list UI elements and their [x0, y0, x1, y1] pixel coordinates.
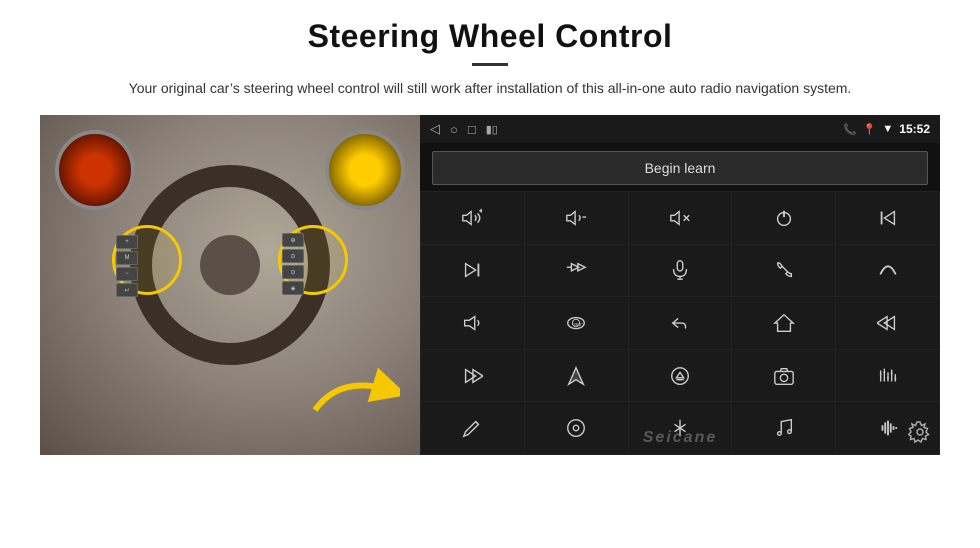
steering-wheel-center	[200, 235, 260, 295]
svg-text:360°: 360°	[573, 322, 583, 327]
icon-power[interactable]	[732, 192, 835, 244]
icon-volume-down[interactable]	[525, 192, 628, 244]
status-time: 15:52	[899, 122, 930, 136]
left-button-group: + M − ↩	[116, 235, 138, 297]
circle-nav-icon: ○	[450, 122, 458, 137]
back-nav-icon: ◁	[430, 121, 440, 137]
page-title: Steering Wheel Control	[40, 18, 940, 55]
icon-back[interactable]	[629, 297, 732, 349]
status-bar-left: ◁ ○ □ ▮▯	[430, 121, 498, 137]
steering-wheel-image: + M − ↩ ⊕ ⊙ ⊙ ◈	[40, 115, 420, 455]
icon-pen[interactable]	[421, 402, 524, 454]
icon-equalizer[interactable]	[836, 350, 939, 402]
page-wrapper: Steering Wheel Control Your original car…	[0, 0, 980, 548]
icon-skip-forward[interactable]	[421, 245, 524, 297]
icon-360-view[interactable]: 360°	[525, 297, 628, 349]
icon-camera[interactable]	[732, 350, 835, 402]
icon-microphone[interactable]	[629, 245, 732, 297]
icon-navigate-arrow[interactable]	[525, 350, 628, 402]
content-row: + M − ↩ ⊕ ⊙ ⊙ ◈	[40, 115, 940, 455]
phone-status-icon: 📞	[843, 123, 857, 136]
icon-music-note[interactable]	[732, 402, 835, 454]
icon-eject[interactable]	[629, 350, 732, 402]
gauge-left	[55, 130, 135, 210]
subtitle: Your original car’s steering wheel contr…	[100, 78, 880, 99]
square-nav-icon: □	[468, 122, 476, 137]
icon-bluetooth[interactable]	[629, 402, 732, 454]
settings-gear-icon[interactable]	[908, 420, 932, 450]
status-bar-right: 📞 📍 ▼ 15:52	[843, 122, 930, 136]
icon-horn[interactable]	[421, 297, 524, 349]
icon-next-track[interactable]	[421, 350, 524, 402]
yellow-arrow-icon	[310, 355, 400, 425]
sw-btn-vol-up: +	[116, 235, 138, 249]
icon-settings-circle[interactable]	[525, 402, 628, 454]
android-screen: ◁ ○ □ ▮▯ 📞 📍 ▼ 15:52 Begin learn	[420, 115, 940, 455]
icon-phone-call[interactable]	[732, 245, 835, 297]
icon-prev-skip[interactable]	[836, 192, 939, 244]
sw-btn-src: ⊕	[282, 233, 304, 247]
right-button-group: ⊕ ⊙ ⊙ ◈	[282, 233, 304, 295]
begin-learn-button[interactable]: Begin learn	[432, 151, 928, 185]
icon-skip-back[interactable]	[836, 297, 939, 349]
battery-icon: ▮▯	[486, 123, 498, 136]
wifi-status-icon: ▼	[882, 123, 893, 135]
sw-btn-prev: ⊙	[282, 265, 304, 279]
icon-grid: 360°	[420, 191, 940, 455]
icon-shuffle-next[interactable]	[525, 245, 628, 297]
location-status-icon: 📍	[863, 123, 877, 136]
sw-btn-extra: ◈	[282, 281, 304, 295]
sw-btn-vol-dn: −	[116, 267, 138, 281]
gauge-right	[325, 130, 405, 210]
icon-hang-up[interactable]	[836, 245, 939, 297]
sw-btn-mode: M	[116, 251, 138, 265]
icon-mute[interactable]	[629, 192, 732, 244]
sw-btn-next: ⊙	[282, 249, 304, 263]
icon-home[interactable]	[732, 297, 835, 349]
status-bar: ◁ ○ □ ▮▯ 📞 📍 ▼ 15:52	[420, 115, 940, 143]
title-divider	[472, 63, 508, 66]
steering-wheel-bg: + M − ↩ ⊕ ⊙ ⊙ ◈	[40, 115, 420, 455]
sw-btn-call: ↩	[116, 283, 138, 297]
begin-learn-row: Begin learn	[420, 143, 940, 191]
icon-volume-up[interactable]	[421, 192, 524, 244]
title-section: Steering Wheel Control Your original car…	[40, 18, 940, 115]
